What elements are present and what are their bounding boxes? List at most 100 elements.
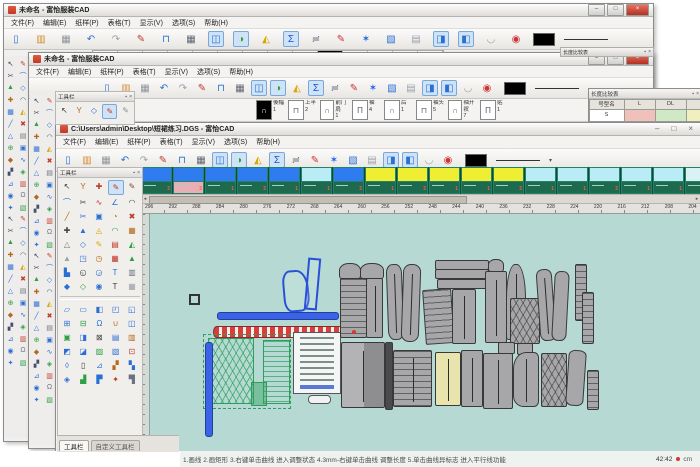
toolbar-icon[interactable]: ◡ [460, 80, 476, 96]
tool-icon[interactable]: ▲ [5, 237, 16, 248]
toolbar-icon[interactable]: Σ [283, 31, 299, 47]
menu-item[interactable]: 文件(F) [63, 137, 86, 147]
pattern-piece[interactable] [435, 269, 489, 279]
tool-icon[interactable]: ✂ [76, 210, 90, 223]
toolbar-icon[interactable]: ↶ [156, 80, 172, 96]
blue-vertical-bar[interactable] [205, 342, 213, 437]
pattern-thumbnail[interactable]: 1 [621, 167, 653, 194]
tool-icon[interactable]: ◈ [44, 358, 55, 369]
tool-icon[interactable]: ✦ [109, 373, 123, 386]
toolbar-icon[interactable]: ✶ [326, 152, 342, 168]
tool-icon[interactable]: ▣ [18, 297, 29, 308]
pattern-thumbnail[interactable]: 1 [429, 167, 461, 194]
blue-outline-strip[interactable] [304, 258, 321, 311]
tool-icon[interactable]: ◫ [125, 317, 139, 330]
toolbar-icon[interactable]: ✎ [194, 80, 210, 96]
tool-icon[interactable]: ◬ [92, 224, 106, 237]
pin-icon[interactable]: ▪ [125, 94, 127, 100]
menu-item[interactable]: 选项(S) [224, 137, 247, 147]
pattern-thumbnail[interactable]: 2 [237, 167, 269, 194]
tool-icon[interactable]: ✖ [44, 155, 55, 166]
toolbar-icon[interactable]: ↶ [117, 152, 133, 168]
tool-icon[interactable]: ◇ [44, 274, 55, 285]
pin-icon[interactable]: ▪ [133, 170, 135, 176]
tool-icon[interactable]: Ω [92, 317, 106, 330]
tool-icon[interactable]: ▞ [5, 321, 16, 332]
tool-icon[interactable]: ✚ [31, 286, 42, 297]
tool-panel-header[interactable]: 工具栏 ▪ × [58, 168, 142, 178]
tool-icon[interactable]: ✎ [102, 104, 117, 119]
tool-icon[interactable]: ✎ [44, 250, 55, 261]
toolbar-icon[interactable]: ▯ [8, 31, 24, 47]
tool-icon[interactable]: ▲ [76, 224, 90, 237]
pattern-piece[interactable] [401, 264, 422, 343]
tool-icon[interactable]: ∿ [18, 309, 29, 320]
pattern-piece[interactable] [385, 342, 393, 410]
tool-icon[interactable]: ◠ [44, 131, 55, 142]
tool-icon[interactable]: ✖ [125, 210, 139, 223]
color-swatch-black[interactable] [504, 82, 526, 95]
pattern-thumbnail[interactable]: 1 [685, 167, 700, 194]
close-icon[interactable]: × [648, 49, 651, 55]
tool-icon[interactable]: ✦ [5, 357, 16, 368]
tool-icon[interactable]: ⌒ [18, 225, 29, 236]
toolbar-icon[interactable]: ✎ [333, 31, 349, 47]
pattern-piece[interactable] [393, 350, 432, 407]
tool-icon[interactable]: ◶ [92, 266, 106, 279]
tool-icon[interactable]: ▣ [60, 331, 74, 344]
tool-icon[interactable]: ⊕ [5, 142, 16, 153]
striped-garment-preview[interactable] [293, 332, 341, 394]
tool-icon[interactable]: ⊿ [92, 359, 106, 372]
line-style-sample[interactable] [564, 39, 608, 40]
tool-icon[interactable]: ✂ [31, 107, 42, 118]
tool-icon[interactable]: ╱ [31, 155, 42, 166]
tool-icon[interactable]: ◭ [18, 106, 29, 117]
tool-icon[interactable]: ▤ [18, 130, 29, 141]
toolbar-icon[interactable]: ◫ [212, 152, 228, 168]
tool-icon[interactable]: Ω [18, 345, 29, 356]
tool-icon[interactable]: ▱ [60, 303, 74, 316]
tool-icon[interactable]: ◉ [31, 227, 42, 238]
tool-icon[interactable]: ▦ [5, 261, 16, 272]
tool-icon[interactable]: ✎ [125, 180, 139, 193]
toolbar-icon[interactable]: ▤ [408, 31, 424, 47]
line-style-sample[interactable] [535, 88, 579, 89]
small-capsule-piece[interactable] [308, 395, 331, 404]
tool-icon[interactable]: Ω [44, 382, 55, 393]
tool-icon[interactable]: ✖ [18, 273, 29, 284]
menu-item[interactable]: 显示(V) [140, 18, 163, 28]
tool-icon[interactable]: ◧ [92, 303, 106, 316]
tool-icon[interactable]: ▦ [31, 298, 42, 309]
tool-icon[interactable]: ▥ [125, 266, 139, 279]
tool-icon[interactable]: ✦ [31, 394, 42, 405]
tool-icon[interactable]: ◭ [44, 143, 55, 154]
pattern-canvas[interactable] [141, 214, 700, 452]
toolbar-icon[interactable]: ▦ [232, 80, 248, 96]
pattern-piece[interactable] [461, 350, 483, 407]
tool-icon[interactable]: ◉ [5, 345, 16, 356]
close-icon[interactable]: × [129, 94, 132, 100]
tool-icon[interactable]: △ [31, 322, 42, 333]
tool-icon[interactable]: ⌒ [18, 70, 29, 81]
toolbar-icon[interactable]: ◑ [233, 31, 249, 47]
pattern-thumbnail[interactable]: 1 [301, 167, 333, 194]
tool-icon[interactable]: ✚ [5, 249, 16, 260]
pattern-piece[interactable] [551, 271, 570, 342]
toolbar-icon[interactable]: ✎ [155, 152, 171, 168]
tool-icon[interactable]: ◉ [31, 382, 42, 393]
tool-icon[interactable]: ╱ [5, 273, 16, 284]
toolbar-icon[interactable]: ▤ [403, 80, 419, 96]
tool-icon[interactable]: ▙ [60, 266, 74, 279]
tool-icon[interactable]: ◆ [5, 309, 16, 320]
tool-icon[interactable]: ◰ [109, 303, 123, 316]
tool-icon[interactable]: ▧ [109, 345, 123, 358]
tool-icon[interactable]: ∪ [109, 317, 123, 330]
minimize-button[interactable]: – [588, 4, 605, 16]
tool-icon[interactable]: ⊿ [31, 215, 42, 226]
tool-icon[interactable]: ↖ [31, 250, 42, 261]
toolbar-icon[interactable]: ◨ [383, 152, 399, 168]
tool-icon[interactable]: ↖ [31, 95, 42, 106]
title-bar[interactable]: C:\Users\admin\Desktop\短裙练习.DGS - 富怡CAD … [56, 123, 700, 136]
piece-cell[interactable]: Π 袖4 [352, 100, 382, 120]
scroll-right-arrow[interactable]: ▸ [693, 196, 700, 202]
